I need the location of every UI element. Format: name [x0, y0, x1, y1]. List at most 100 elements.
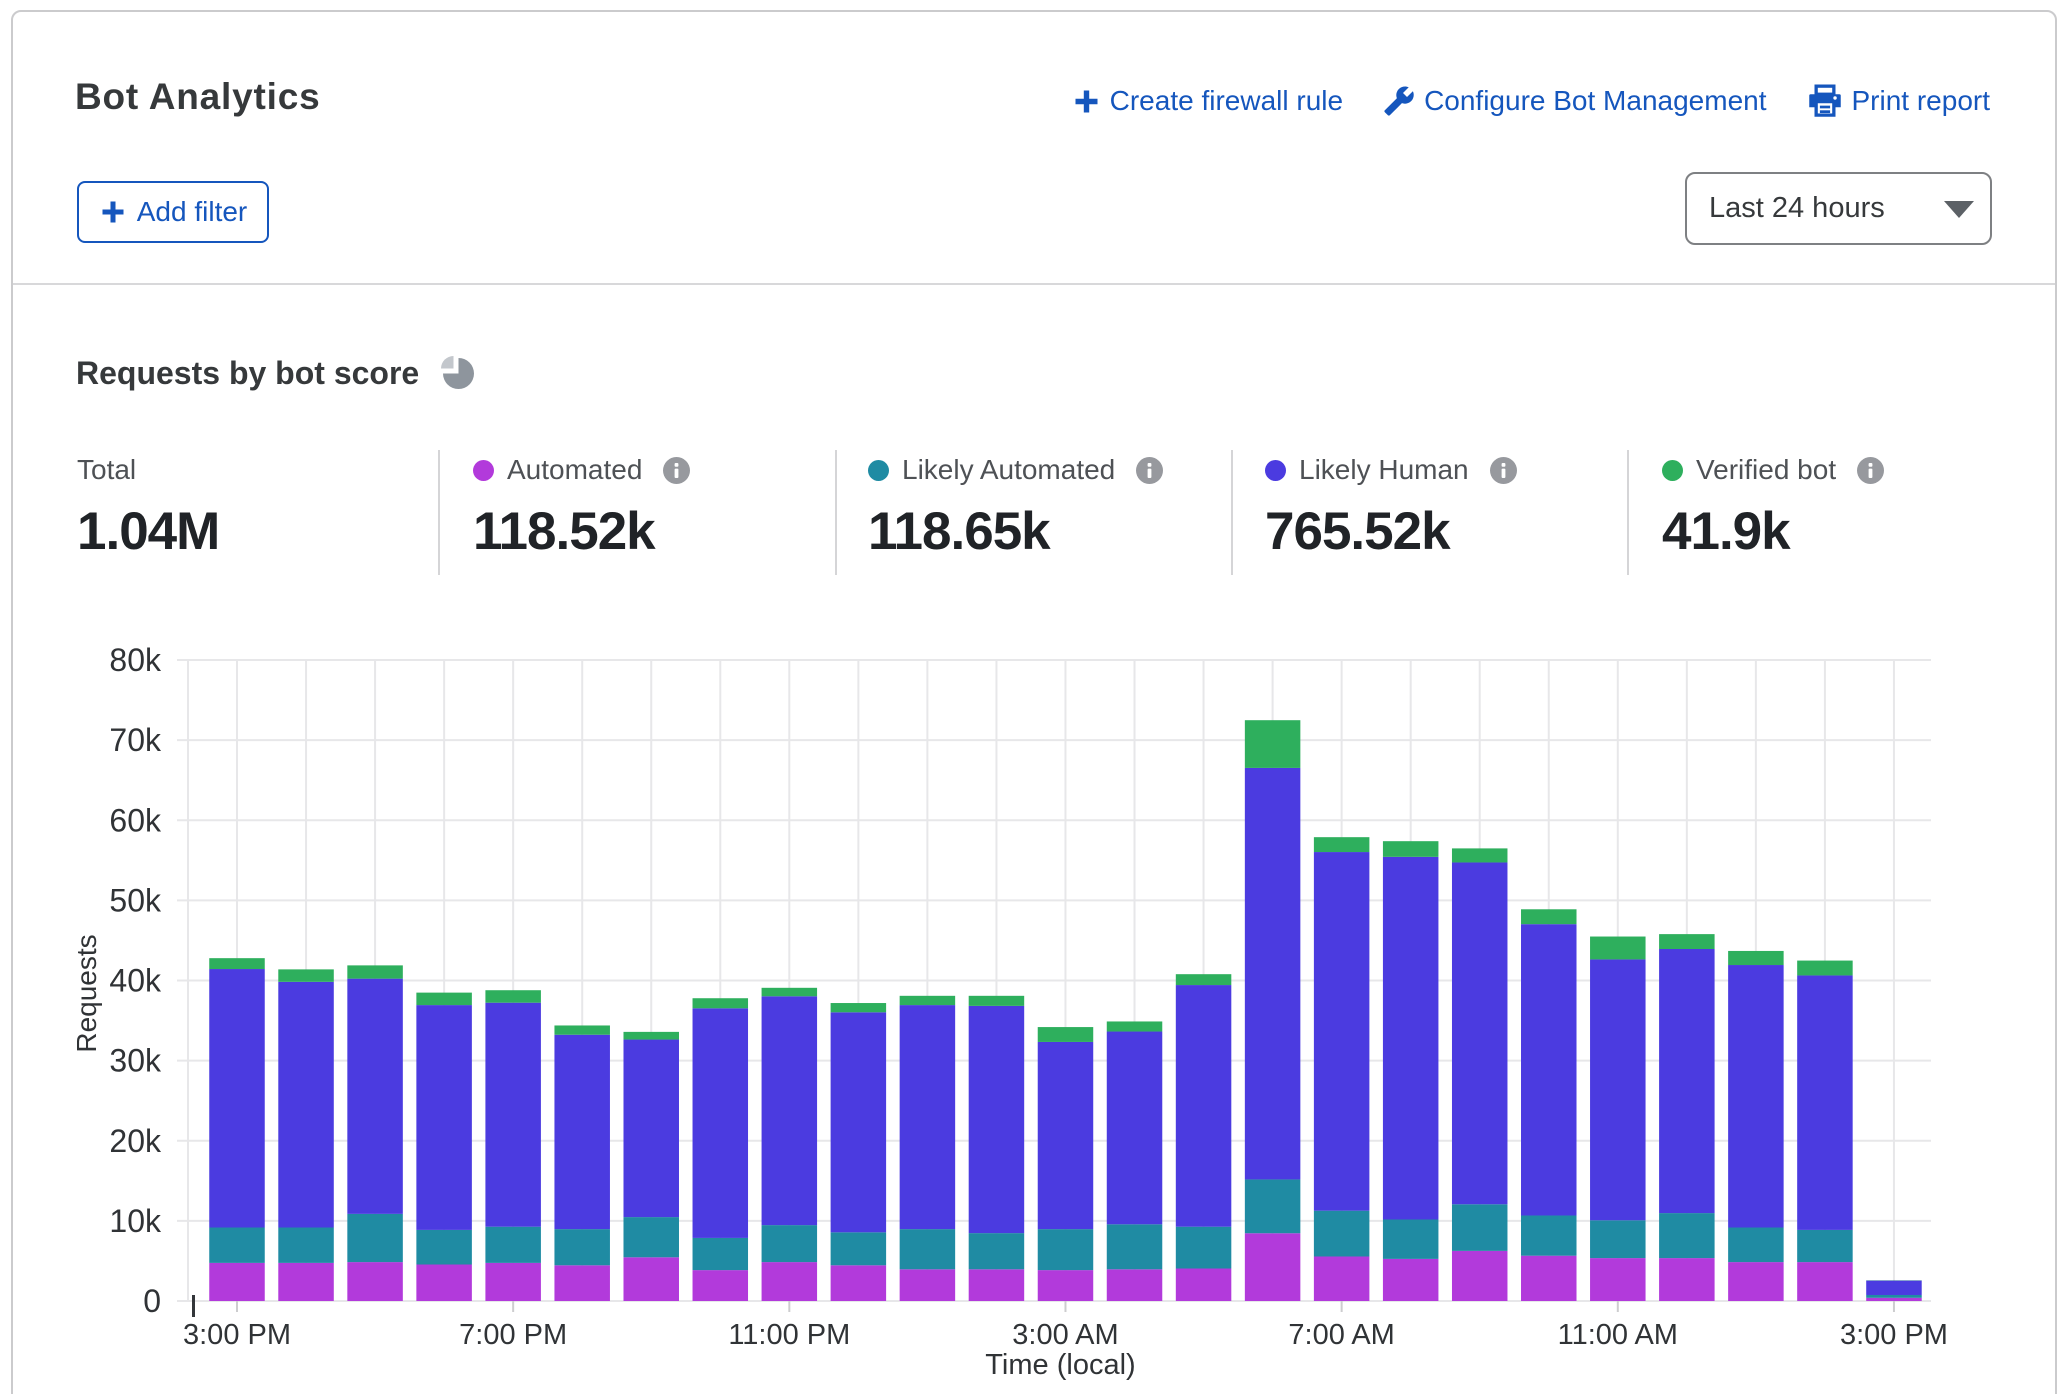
bar-segment[interactable]	[416, 1265, 472, 1301]
bar-segment[interactable]	[485, 990, 541, 1002]
bar-segment[interactable]	[1521, 924, 1577, 1215]
bar-segment[interactable]	[1590, 1258, 1646, 1301]
bar-segment[interactable]	[1038, 1229, 1094, 1270]
bar-segment[interactable]	[1797, 1262, 1853, 1301]
bar-segment[interactable]	[831, 1232, 887, 1265]
bar-segment[interactable]	[969, 1233, 1024, 1269]
bar-segment[interactable]	[969, 996, 1024, 1006]
bar-segment[interactable]	[1728, 951, 1784, 965]
create-firewall-rule-link[interactable]: Create firewall rule	[1072, 85, 1343, 117]
bar-segment[interactable]	[1659, 1213, 1715, 1258]
bar-segment[interactable]	[1797, 975, 1853, 1229]
bar-segment[interactable]	[762, 988, 818, 996]
bar-segment[interactable]	[416, 993, 472, 1005]
bar-segment[interactable]	[1659, 949, 1715, 1213]
bar-segment[interactable]	[900, 1005, 956, 1229]
bar-segment[interactable]	[1866, 1295, 1922, 1298]
bar-segment[interactable]	[278, 982, 334, 1228]
info-icon[interactable]	[663, 457, 690, 489]
bar-segment[interactable]	[1107, 1224, 1163, 1269]
bar-segment[interactable]	[1383, 1219, 1439, 1258]
bar-segment[interactable]	[693, 1008, 749, 1238]
bar-segment[interactable]	[900, 1229, 956, 1269]
bar-segment[interactable]	[416, 1005, 472, 1230]
bar-segment[interactable]	[1452, 1251, 1508, 1301]
bar-segment[interactable]	[1659, 1258, 1715, 1301]
bar-segment[interactable]	[1314, 1211, 1370, 1257]
bar-segment[interactable]	[1452, 848, 1508, 862]
bar-segment[interactable]	[347, 1262, 403, 1301]
bar-segment[interactable]	[278, 969, 334, 981]
info-icon[interactable]	[1857, 457, 1884, 489]
bar-segment[interactable]	[693, 998, 749, 1008]
time-range-select[interactable]: Last 24 hours	[1685, 172, 1992, 245]
bar-segment[interactable]	[1107, 1021, 1163, 1031]
bar-segment[interactable]	[831, 1012, 887, 1232]
bar-segment[interactable]	[1314, 1256, 1370, 1301]
bar-segment[interactable]	[554, 1025, 610, 1034]
bar-segment[interactable]	[1452, 1204, 1508, 1251]
bar-segment[interactable]	[969, 1269, 1024, 1301]
bar-segment[interactable]	[1038, 1270, 1094, 1301]
bar-segment[interactable]	[1590, 937, 1646, 960]
bar-segment[interactable]	[1452, 862, 1508, 1204]
bar-segment[interactable]	[485, 1263, 541, 1301]
bar-segment[interactable]	[1107, 1032, 1163, 1225]
bar-segment[interactable]	[1728, 1228, 1784, 1263]
bar-segment[interactable]	[209, 1228, 265, 1263]
bar-segment[interactable]	[623, 1032, 679, 1040]
bar-segment[interactable]	[1107, 1269, 1163, 1301]
bar-segment[interactable]	[623, 1217, 679, 1257]
bar-segment[interactable]	[1038, 1042, 1094, 1229]
bar-segment[interactable]	[831, 1003, 887, 1012]
print-report-link[interactable]: Print report	[1807, 83, 1991, 119]
info-icon[interactable]	[1136, 457, 1163, 489]
bar-segment[interactable]	[1728, 1262, 1784, 1301]
bar-segment[interactable]	[762, 1262, 818, 1301]
bar-segment[interactable]	[347, 1214, 403, 1262]
bar-segment[interactable]	[554, 1035, 610, 1229]
bar-segment[interactable]	[1245, 1179, 1301, 1233]
add-filter-button[interactable]: Add filter	[77, 181, 269, 243]
bar-segment[interactable]	[1245, 768, 1301, 1180]
bar-segment[interactable]	[900, 1269, 956, 1301]
bar-segment[interactable]	[762, 1225, 818, 1262]
bar-segment[interactable]	[1866, 1281, 1922, 1295]
bar-segment[interactable]	[1521, 1215, 1577, 1255]
bar-segment[interactable]	[347, 965, 403, 978]
configure-bot-management-link[interactable]: Configure Bot Management	[1383, 85, 1766, 117]
bar-segment[interactable]	[1245, 1233, 1301, 1301]
bar-segment[interactable]	[1797, 961, 1853, 976]
bar-segment[interactable]	[1728, 965, 1784, 1227]
bar-segment[interactable]	[1176, 1227, 1232, 1269]
bar-segment[interactable]	[1866, 1298, 1922, 1301]
bar-segment[interactable]	[1521, 1256, 1577, 1301]
bar-segment[interactable]	[1383, 1259, 1439, 1301]
bar-segment[interactable]	[1038, 1027, 1094, 1042]
bar-segment[interactable]	[1314, 837, 1370, 852]
bar-segment[interactable]	[485, 1227, 541, 1263]
bar-segment[interactable]	[554, 1229, 610, 1265]
bar-segment[interactable]	[1314, 852, 1370, 1211]
bar-segment[interactable]	[1176, 1269, 1232, 1301]
bar-segment[interactable]	[347, 979, 403, 1214]
bar-segment[interactable]	[1383, 841, 1439, 857]
bar-segment[interactable]	[1659, 934, 1715, 949]
bar-segment[interactable]	[209, 969, 265, 1227]
bar-segment[interactable]	[485, 1003, 541, 1227]
bar-segment[interactable]	[278, 1263, 334, 1301]
bar-segment[interactable]	[1797, 1230, 1853, 1262]
bar-segment[interactable]	[1590, 1220, 1646, 1258]
bar-segment[interactable]	[969, 1006, 1024, 1233]
bar-segment[interactable]	[831, 1265, 887, 1301]
bar-segment[interactable]	[1245, 720, 1301, 768]
bar-segment[interactable]	[623, 1257, 679, 1301]
bar-segment[interactable]	[1521, 909, 1577, 924]
bar-segment[interactable]	[1383, 857, 1439, 1220]
bar-segment[interactable]	[209, 1263, 265, 1301]
bar-segment[interactable]	[693, 1270, 749, 1301]
bar-segment[interactable]	[209, 958, 265, 969]
bar-segment[interactable]	[1590, 959, 1646, 1220]
bar-segment[interactable]	[900, 996, 956, 1005]
bar-segment[interactable]	[693, 1238, 749, 1270]
